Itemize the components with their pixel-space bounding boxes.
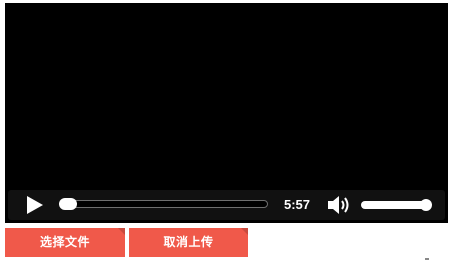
select-file-label: 选择文件: [39, 235, 90, 249]
corner-fold-icon: [118, 228, 125, 235]
play-icon: [27, 196, 43, 214]
progress-handle[interactable]: [59, 198, 77, 210]
video-player[interactable]: 5:57: [5, 3, 448, 223]
cancel-upload-button[interactable]: 取消上传: [129, 228, 248, 257]
volume-icon: [328, 196, 349, 214]
corner-fold-icon: [241, 228, 248, 235]
progress-bar[interactable]: [61, 200, 268, 208]
volume-button[interactable]: [327, 195, 351, 215]
select-file-button[interactable]: 选择文件: [5, 228, 125, 257]
video-display[interactable]: [5, 3, 448, 188]
cancel-upload-label: 取消上传: [163, 235, 214, 249]
volume-slider[interactable]: [361, 201, 427, 209]
time-display: 5:57: [284, 197, 311, 212]
play-button[interactable]: [26, 196, 44, 214]
volume-handle[interactable]: [420, 199, 432, 211]
decorative-mark: [425, 258, 429, 260]
player-controls: 5:57: [8, 190, 445, 220]
